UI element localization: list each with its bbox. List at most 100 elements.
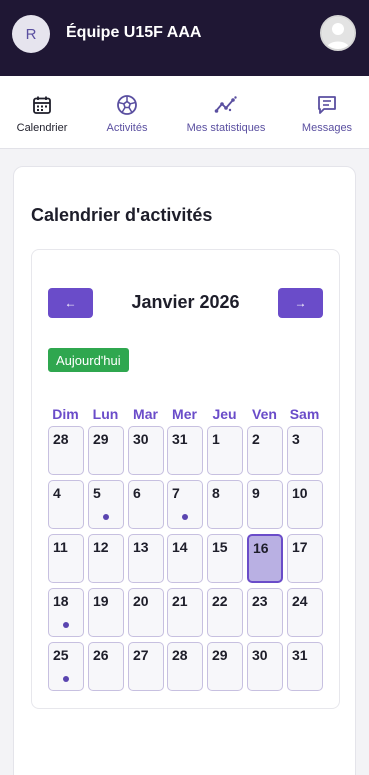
day-number: 18: [53, 593, 69, 609]
day-number: 19: [93, 593, 109, 609]
tab-navigation: Calendrier Activités Mes statistiques Me…: [0, 76, 369, 149]
calendar-day[interactable]: 22: [207, 588, 243, 637]
calendar-day[interactable]: 24: [287, 588, 323, 637]
day-number: 1: [212, 431, 220, 447]
day-number: 25: [53, 647, 69, 663]
weekday-label: Sam: [289, 406, 320, 422]
calendar-day[interactable]: 18: [48, 588, 84, 637]
day-number: 28: [172, 647, 188, 663]
tab-calendrier[interactable]: Calendrier: [14, 76, 70, 149]
day-number: 8: [212, 485, 220, 501]
tab-label: Activités: [106, 122, 148, 134]
day-number: 6: [133, 485, 141, 501]
today-button[interactable]: Aujourd'hui: [48, 348, 129, 372]
event-dot-indicator: [182, 514, 188, 520]
calendar-day[interactable]: 8: [207, 480, 243, 529]
calendar-day[interactable]: 9: [247, 480, 283, 529]
calendar-day[interactable]: 23: [247, 588, 283, 637]
weekday-label: Mar: [133, 406, 158, 422]
day-number: 22: [212, 593, 228, 609]
calendar-day[interactable]: 17: [287, 534, 323, 583]
weekday-label: Ven: [252, 406, 277, 422]
calendar-day[interactable]: 30: [128, 426, 164, 475]
weekday-label: Dim: [52, 406, 79, 422]
calendar-day[interactable]: 27: [128, 642, 164, 691]
calendar-day[interactable]: 19: [88, 588, 124, 637]
soccer-ball-icon: [116, 94, 138, 116]
tab-mes-statistiques[interactable]: Mes statistiques: [184, 76, 268, 149]
day-number: 16: [253, 540, 269, 556]
calendar-day[interactable]: 3: [287, 426, 323, 475]
calendar-day[interactable]: 15: [207, 534, 243, 583]
top-bar: R Équipe U15F AAA: [0, 0, 369, 76]
calendar-day[interactable]: 13: [128, 534, 164, 583]
day-number: 13: [133, 539, 149, 555]
day-number: 26: [93, 647, 109, 663]
avatar[interactable]: R: [12, 15, 50, 53]
day-number: 14: [172, 539, 188, 555]
day-number: 11: [53, 539, 68, 555]
day-number: 9: [252, 485, 260, 501]
event-dot-indicator: [63, 622, 69, 628]
calendar-day[interactable]: 1: [207, 426, 243, 475]
day-number: 17: [292, 539, 308, 555]
tab-label: Messages: [301, 122, 353, 134]
next-month-button[interactable]: →: [278, 288, 323, 318]
tab-activites[interactable]: Activités: [100, 76, 154, 149]
day-number: 21: [172, 593, 188, 609]
calendar-day[interactable]: 25: [48, 642, 84, 691]
tab-messages[interactable]: Messages: [300, 76, 354, 149]
day-number: 23: [252, 593, 268, 609]
calendar-day[interactable]: 2: [247, 426, 283, 475]
day-number: 15: [212, 539, 228, 555]
user-silhouette-icon: [322, 17, 354, 49]
event-dot-indicator: [63, 676, 69, 682]
calendar-day[interactable]: 26: [88, 642, 124, 691]
calendar-day[interactable]: 30: [247, 642, 283, 691]
calendar-day[interactable]: 4: [48, 480, 84, 529]
calendar-day[interactable]: 20: [128, 588, 164, 637]
weekday-label: Lun: [92, 406, 119, 422]
calendar-day[interactable]: 31: [287, 642, 323, 691]
day-number: 10: [292, 485, 308, 501]
profile-picture[interactable]: [320, 15, 356, 51]
tab-label: Mes statistiques: [186, 122, 266, 134]
day-number: 12: [93, 539, 109, 555]
calendar-day[interactable]: 28: [167, 642, 203, 691]
day-number: 27: [133, 647, 149, 663]
calendar-day[interactable]: 6: [128, 480, 164, 529]
day-number: 3: [292, 431, 300, 447]
calendar-day[interactable]: 11: [48, 534, 84, 583]
calendar-day[interactable]: 14: [167, 534, 203, 583]
event-dot-indicator: [103, 514, 109, 520]
team-name: Équipe U15F AAA: [66, 24, 202, 41]
page-title: Calendrier d'activités: [31, 205, 213, 225]
day-number: 24: [292, 593, 308, 609]
message-icon: [316, 94, 338, 116]
calendar-day[interactable]: 5: [88, 480, 124, 529]
calendar-day[interactable]: 29: [207, 642, 243, 691]
day-number: 28: [53, 431, 69, 447]
weekday-label: Mer: [172, 406, 197, 422]
weekday-label: Jeu: [212, 406, 237, 422]
day-number: 30: [133, 431, 149, 447]
day-number: 29: [212, 647, 228, 663]
calendar-widget: ← Janvier 2026 → Aujourd'hui Dim Lun Mar Me…: [31, 249, 340, 709]
calendar-day[interactable]: 21: [167, 588, 203, 637]
activity-calendar-card: Calendrier d'activités ← Janvier 2026 → …: [13, 166, 356, 775]
trend-chart-icon: [214, 94, 238, 116]
day-number: 29: [93, 431, 109, 447]
day-number: 7: [172, 485, 180, 501]
calendar-day[interactable]: 10: [287, 480, 323, 529]
calendar-day[interactable]: 12: [88, 534, 124, 583]
calendar-day[interactable]: 29: [88, 426, 124, 475]
tab-label: Calendrier: [16, 122, 68, 134]
day-number: 4: [53, 485, 61, 501]
day-number: 31: [292, 647, 308, 663]
calendar-day-today[interactable]: 16: [247, 534, 283, 583]
day-number: 30: [252, 647, 268, 663]
calendar-day[interactable]: 31: [167, 426, 203, 475]
calendar-day[interactable]: 7: [167, 480, 203, 529]
day-number: 2: [252, 431, 260, 447]
calendar-day[interactable]: 28: [48, 426, 84, 475]
